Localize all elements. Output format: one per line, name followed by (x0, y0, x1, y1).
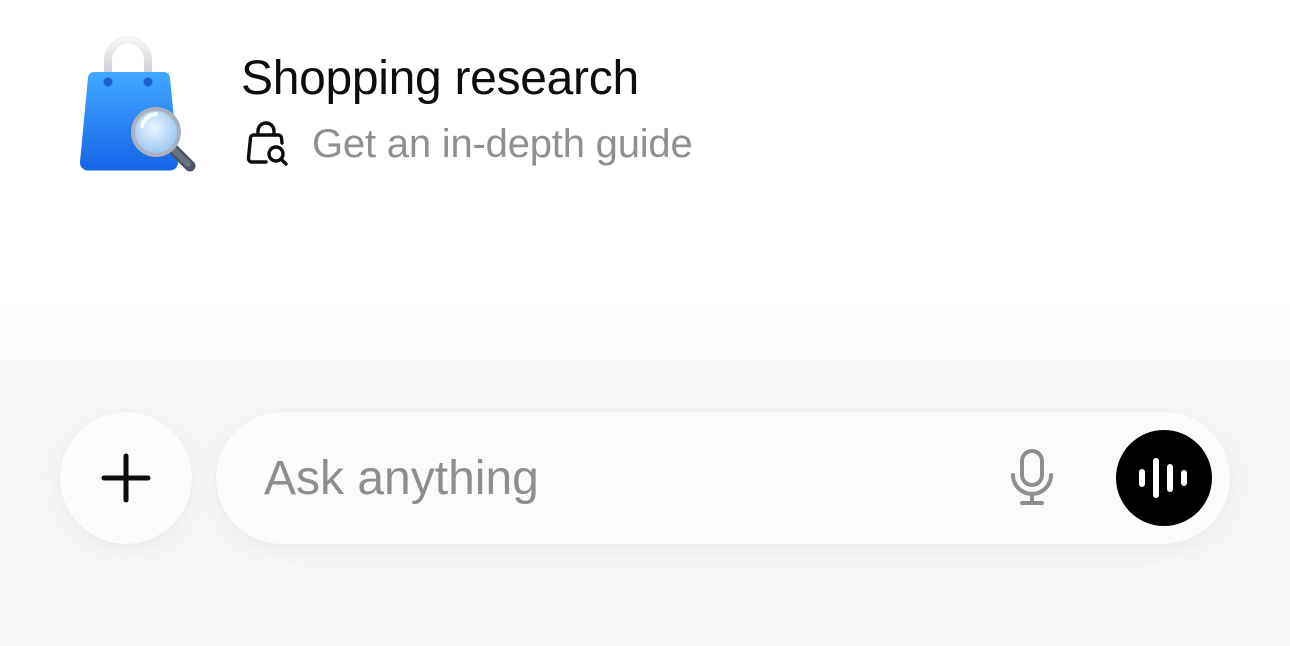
shopping-research-suggestion[interactable]: Shopping research Get an in-depth guide (0, 0, 900, 200)
suggestion-subtitle-row: Get an in-depth guide (244, 120, 693, 168)
dictation-button[interactable] (996, 448, 1068, 508)
shopping-bag-magnifier-icon (79, 36, 196, 172)
plus-icon (101, 453, 151, 503)
voice-mode-button[interactable] (1116, 430, 1212, 526)
bag-search-icon (246, 121, 288, 166)
suggestion-subtitle: Get an in-depth guide (312, 121, 693, 166)
voice-waveform-icon (1139, 458, 1187, 498)
microphone-icon (1011, 449, 1053, 505)
ask-input[interactable] (264, 446, 964, 510)
add-attachment-button[interactable] (60, 412, 192, 544)
message-composer (216, 412, 1230, 544)
suggestion-title: Shopping research (241, 52, 639, 105)
